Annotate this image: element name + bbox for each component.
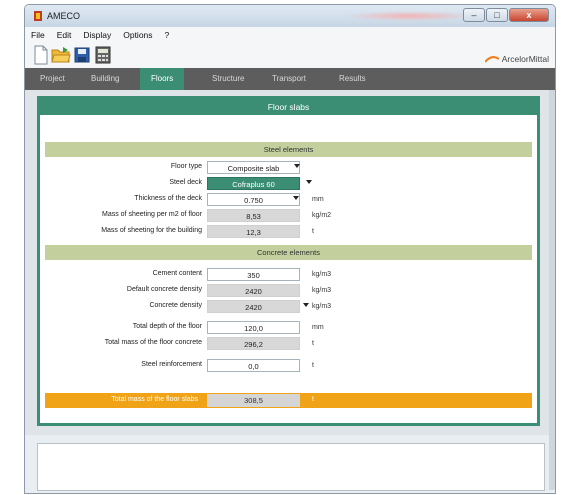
floor-type-label: Floor type <box>170 163 202 170</box>
default-density-row: Default concrete density 2420 kg/m3 <box>40 284 537 298</box>
total-mass-concrete-unit: t <box>312 340 314 347</box>
total-depth-label: Total depth of the floor <box>132 323 202 330</box>
chevron-down-icon[interactable] <box>293 196 299 200</box>
panel-body: Steel elements Floor type Composite slab… <box>40 115 537 423</box>
minimize-button[interactable]: – <box>463 8 485 22</box>
total-mass-label: Total mass of the floor slabs <box>111 396 198 403</box>
total-mass-unit: t <box>312 396 314 403</box>
open-button[interactable] <box>51 44 71 66</box>
save-icon <box>74 47 90 63</box>
content-area: Floor slabs Steel elements Floor type Co… <box>25 90 555 435</box>
concrete-density-row: Concrete density 2420 kg/m3 <box>40 300 537 314</box>
steel-reinforcement-unit: t <box>312 362 314 369</box>
arcelormittal-logo: ArcelorMittal <box>484 54 549 64</box>
steel-reinforcement-row: Steel reinforcement 0,0 t <box>40 359 537 373</box>
cement-content-input[interactable]: 350 <box>207 268 300 281</box>
concrete-density-unit: kg/m3 <box>312 303 332 310</box>
panel-title: Floor slabs <box>267 102 310 112</box>
mass-sheeting-m2-row: Mass of sheeting per m2 of floor 8,53 kg… <box>40 209 537 223</box>
window-controls: – □ x <box>463 8 549 22</box>
cement-content-unit: kg/m3 <box>312 271 332 278</box>
right-edge-strip <box>549 90 555 490</box>
mass-sheeting-m2-unit: kg/m2 <box>312 212 332 219</box>
tab-building[interactable]: Building <box>80 68 130 90</box>
bottom-output-area <box>37 443 545 491</box>
window-title: AMECO <box>47 11 81 21</box>
floor-slabs-panel: Floor slabs Steel elements Floor type Co… <box>37 96 540 426</box>
total-depth-row: Total depth of the floor 120,0 mm <box>40 321 537 335</box>
mass-sheeting-m2-value: 8,53 <box>207 209 300 222</box>
mass-sheeting-building-label: Mass of sheeting for the building <box>101 227 202 234</box>
total-mass-concrete-label: Total mass of the floor concrete <box>104 339 202 346</box>
default-density-label: Default concrete density <box>126 286 202 293</box>
tab-structure[interactable]: Structure <box>201 68 255 90</box>
chevron-down-icon[interactable] <box>306 180 312 184</box>
cement-content-row: Cement content 350 kg/m3 <box>40 268 537 282</box>
menu-edit[interactable]: Edit <box>57 30 72 40</box>
mass-sheeting-building-unit: t <box>312 228 314 235</box>
app-icon <box>34 11 42 21</box>
thickness-row: Thickness of the deck 0.750 mm <box>40 193 537 207</box>
calculator-icon <box>95 46 111 64</box>
steel-reinforcement-input[interactable]: 0,0 <box>207 359 300 372</box>
mass-sheeting-m2-label: Mass of sheeting per m2 of floor <box>102 211 202 218</box>
logo-swoosh-icon <box>484 56 499 63</box>
chevron-down-icon[interactable] <box>294 164 300 168</box>
thickness-unit: mm <box>312 196 324 203</box>
title-bar[interactable]: AMECO – □ x <box>25 5 555 27</box>
calculator-button[interactable] <box>93 44 113 66</box>
chevron-down-icon[interactable] <box>303 303 309 307</box>
total-mass-concrete-value: 296,2 <box>207 337 300 350</box>
total-mass-value: 308,5 <box>207 394 300 407</box>
total-depth-unit: mm <box>312 324 324 331</box>
menu-file[interactable]: File <box>31 30 45 40</box>
new-document-button[interactable] <box>31 44 51 66</box>
menu-display[interactable]: Display <box>83 30 111 40</box>
steel-reinforcement-label: Steel reinforcement <box>141 361 202 368</box>
tab-results[interactable]: Results <box>328 68 377 90</box>
menu-bar: File Edit Display Options ? <box>25 27 555 42</box>
default-density-value: 2420 <box>207 284 300 297</box>
total-mass-concrete-row: Total mass of the floor concrete 296,2 t <box>40 337 537 351</box>
steel-deck-row: Steel deck Cofraplus 60 <box>40 177 537 191</box>
maximize-button[interactable]: □ <box>486 8 508 22</box>
tab-transport[interactable]: Transport <box>261 68 317 90</box>
title-glow <box>345 11 475 21</box>
logo-text: ArcelorMittal <box>501 54 549 64</box>
floor-type-select[interactable]: Composite slab <box>207 161 300 174</box>
tab-bar: Project Building Floors Structure Transp… <box>25 68 555 90</box>
toolbar: ArcelorMittal <box>25 42 555 68</box>
concrete-density-select[interactable]: 2420 <box>207 300 300 313</box>
floor-type-row: Floor type Composite slab <box>40 161 537 175</box>
open-folder-icon <box>51 47 71 63</box>
thickness-label: Thickness of the deck <box>134 195 202 202</box>
default-density-unit: kg/m3 <box>312 287 332 294</box>
save-button[interactable] <box>72 44 92 66</box>
mass-sheeting-building-row: Mass of sheeting for the building 12,3 t <box>40 225 537 239</box>
total-mass-bar: Total mass of the floor slabs 308,5 t <box>45 393 532 408</box>
tab-project[interactable]: Project <box>29 68 76 90</box>
steel-deck-select[interactable]: Cofraplus 60 <box>207 177 300 190</box>
concrete-density-label: Concrete density <box>149 302 202 309</box>
menu-help[interactable]: ? <box>165 30 170 40</box>
concrete-elements-header: Concrete elements <box>45 245 532 260</box>
steel-elements-header: Steel elements <box>45 142 532 157</box>
thickness-select[interactable]: 0.750 <box>207 193 300 206</box>
tab-floors[interactable]: Floors <box>140 68 185 90</box>
steel-deck-label: Steel deck <box>169 179 202 186</box>
new-document-icon <box>34 45 48 65</box>
close-button[interactable]: x <box>509 8 549 22</box>
cement-content-label: Cement content <box>152 270 202 277</box>
app-window: AMECO – □ x File Edit Display Options ? <box>24 4 556 494</box>
mass-sheeting-building-value: 12,3 <box>207 225 300 238</box>
menu-options[interactable]: Options <box>123 30 152 40</box>
total-depth-input[interactable]: 120,0 <box>207 321 300 334</box>
